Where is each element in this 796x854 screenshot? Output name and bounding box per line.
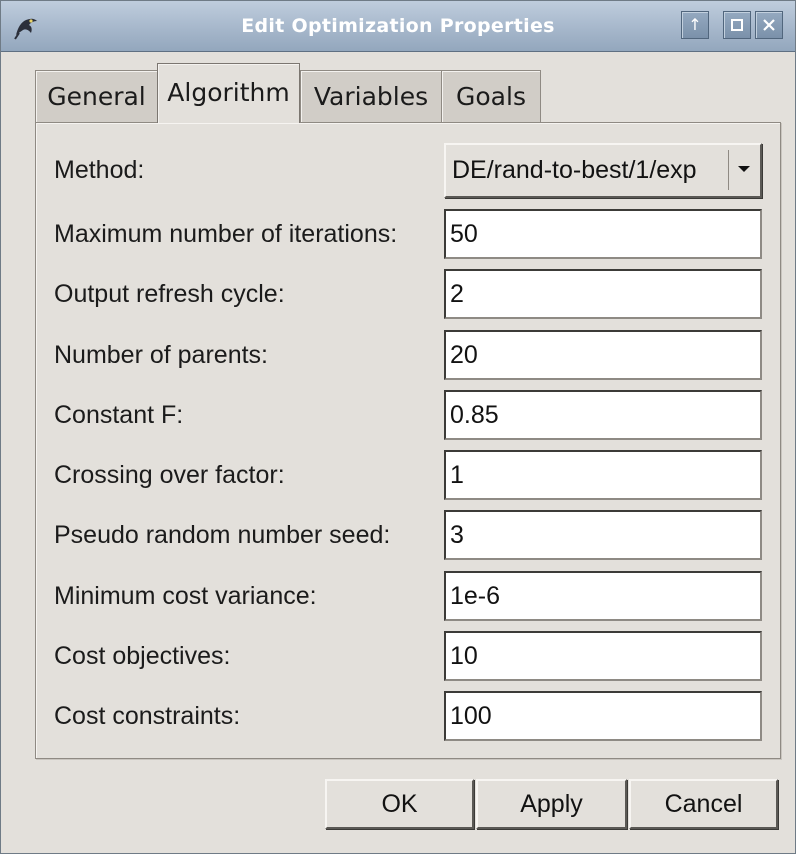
shade-up-button[interactable]: ↑ (681, 11, 709, 39)
constant-f-input[interactable]: 0.85 (444, 390, 762, 440)
crossing-over-factor-label: Crossing over factor: (54, 461, 285, 489)
dropdown-arrow-button[interactable] (728, 150, 758, 190)
maximize-icon (731, 16, 743, 35)
chevron-down-icon (738, 166, 750, 172)
min-cost-variance-label: Minimum cost variance: (54, 582, 317, 610)
cost-constraints-label: Cost constraints: (54, 702, 241, 730)
apply-button[interactable]: Apply (476, 779, 627, 829)
cost-objectives-label: Cost objectives: (54, 642, 231, 670)
cost-objectives-input[interactable]: 10 (444, 631, 762, 681)
cancel-button[interactable]: Cancel (629, 779, 778, 829)
number-of-parents-label: Number of parents: (54, 341, 268, 369)
method-label: Method: (54, 156, 145, 184)
dialog-window: Edit Optimization Properties ↑ General A… (0, 0, 796, 854)
close-button[interactable] (755, 11, 783, 39)
crossing-over-factor-input[interactable]: 1 (444, 450, 762, 500)
constant-f-label: Constant F: (54, 401, 184, 429)
tab-variables[interactable]: Variables (300, 70, 442, 122)
random-seed-label: Pseudo random number seed: (54, 521, 391, 549)
max-iterations-label: Maximum number of iterations: (54, 220, 398, 248)
number-of-parents-input[interactable]: 20 (444, 330, 762, 380)
shade-up-icon: ↑ (688, 15, 702, 34)
tab-algorithm[interactable]: Algorithm (157, 63, 300, 123)
max-iterations-input[interactable]: 50 (444, 209, 762, 259)
output-refresh-cycle-label: Output refresh cycle: (54, 280, 285, 308)
cost-constraints-input[interactable]: 100 (444, 691, 762, 741)
tab-general[interactable]: General (35, 70, 158, 122)
method-dropdown[interactable]: DE/rand-to-best/1/exp (444, 143, 762, 198)
tab-goals[interactable]: Goals (441, 70, 541, 122)
min-cost-variance-input[interactable]: 1e-6 (444, 571, 762, 621)
output-refresh-cycle-input[interactable]: 2 (444, 269, 762, 319)
method-value: DE/rand-to-best/1/exp (452, 156, 697, 184)
window-title: Edit Optimization Properties (241, 15, 555, 37)
algorithm-panel: Method: DE/rand-to-best/1/exp Maximum nu… (35, 122, 781, 759)
close-icon (763, 16, 775, 35)
maximize-button[interactable] (723, 11, 751, 39)
random-seed-input[interactable]: 3 (444, 510, 762, 560)
ok-button[interactable]: OK (325, 779, 474, 829)
title-bar[interactable]: Edit Optimization Properties ↑ (1, 1, 795, 52)
